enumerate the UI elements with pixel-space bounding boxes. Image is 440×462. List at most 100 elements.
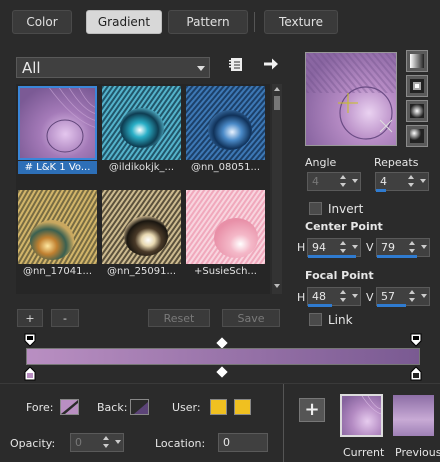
remove-gradient-button[interactable]: - (51, 309, 79, 327)
sunburst-style-button[interactable] (406, 100, 428, 122)
focal-v-slider-fill (377, 304, 406, 307)
radial-style-button[interactable] (406, 125, 428, 147)
gradient-preview-image (102, 86, 181, 160)
chevron-down-icon[interactable] (420, 179, 426, 183)
focal-h-value: 48 (312, 290, 326, 303)
fore-label-text: Fore: (26, 401, 54, 414)
add-to-swatches-button[interactable]: + (299, 398, 325, 422)
category-dropdown[interactable]: All (16, 57, 210, 78)
chevron-down-icon[interactable] (352, 294, 358, 298)
color-midpoint[interactable] (216, 366, 228, 378)
up-down-icon[interactable] (339, 174, 348, 189)
opacity-label: Opacity: (10, 437, 56, 450)
gradient-thumb[interactable]: @nn_25091... (102, 190, 181, 278)
chevron-down-icon (197, 66, 205, 71)
location-label: Location: (155, 437, 206, 450)
radial-gradient-icon (410, 129, 424, 143)
location-field[interactable]: 0 (218, 433, 268, 452)
tab-color[interactable]: Color (12, 10, 72, 34)
focal-h-slider-fill (308, 304, 332, 307)
opacity-stop-end[interactable] (410, 333, 422, 347)
thumb-label: @nn_08051... (190, 162, 261, 173)
gradient-preview-image (18, 190, 97, 264)
center-v-slider-fill (377, 255, 417, 258)
current-swatch[interactable] (340, 394, 383, 437)
up-down-icon[interactable] (408, 289, 417, 304)
opacity-midpoint[interactable] (216, 337, 228, 349)
center-h-value: 94 (312, 241, 326, 254)
gradient-thumb[interactable]: +SusieSch... (186, 190, 265, 278)
focal-v-value: 57 (381, 290, 395, 303)
repeats-slider-fill (376, 189, 386, 192)
tab-texture[interactable]: Texture (264, 10, 338, 34)
opacity-stop-start[interactable] (24, 333, 36, 347)
gradient-preview-image (306, 53, 396, 145)
gradient-preview-image (18, 85, 98, 160)
repeats-label: Repeats (374, 156, 419, 169)
link-checkbox[interactable] (309, 313, 322, 326)
opacity-value: 0 (75, 436, 82, 449)
reset-button[interactable]: Reset (148, 309, 210, 327)
gradient-thumb[interactable]: # L&K 1 Vo... (18, 85, 98, 174)
fore-swatch[interactable] (60, 399, 79, 415)
up-down-icon[interactable] (339, 240, 348, 255)
up-down-icon[interactable] (102, 435, 111, 450)
gradient-preview[interactable] (305, 52, 397, 146)
chevron-down-icon[interactable] (352, 245, 358, 249)
rectangular-style-button[interactable] (406, 75, 428, 97)
focal-h-label: H (297, 291, 306, 304)
previous-label: Previous (395, 446, 440, 459)
thumb-label: +SusieSch... (194, 266, 257, 277)
up-down-icon[interactable] (408, 240, 417, 255)
current-gradient-image (342, 395, 382, 435)
tab-pattern[interactable]: Pattern (168, 10, 248, 34)
sunburst-gradient-icon (410, 104, 424, 118)
gradient-thumb[interactable]: @nn_08051... (186, 86, 265, 174)
center-h-slider-fill (308, 255, 356, 258)
scrollbar-thumb[interactable] (274, 96, 280, 110)
gallery-scrollbar[interactable] (272, 84, 282, 294)
scroll-up-icon[interactable] (274, 87, 280, 91)
add-gradient-button[interactable]: + (17, 309, 43, 327)
save-button[interactable]: Save (222, 309, 280, 327)
thumb-label: # L&K 1 Vo... (18, 161, 97, 174)
tab-gradient[interactable]: Gradient (86, 10, 162, 34)
gradient-thumb[interactable]: @ildikokjk_... (102, 86, 181, 174)
invert-checkbox[interactable] (309, 202, 322, 215)
chevron-down-icon[interactable] (352, 179, 358, 183)
angle-label: Angle (305, 156, 337, 169)
color-stop-end[interactable] (410, 366, 422, 381)
rectangular-gradient-icon (410, 79, 424, 93)
scroll-down-icon[interactable] (274, 284, 280, 288)
previous-gradient-image (393, 395, 434, 436)
opacity-stepper[interactable]: 0 (70, 433, 124, 452)
fore-label: Fore: (26, 401, 53, 414)
vertical-divider (283, 384, 284, 462)
gradient-bar[interactable] (26, 348, 420, 365)
linear-style-button[interactable] (406, 50, 428, 72)
gradient-preview-image (102, 190, 181, 264)
up-down-icon[interactable] (339, 289, 348, 304)
color-stop-start[interactable] (24, 366, 36, 381)
angle-value: 4 (312, 175, 319, 188)
user-swatch-2[interactable] (234, 399, 251, 415)
user-swatch-1[interactable] (210, 399, 227, 415)
chevron-down-icon[interactable] (421, 294, 427, 298)
back-swatch[interactable] (130, 399, 149, 415)
focal-v-label: V (366, 291, 374, 304)
current-label: Current (343, 446, 385, 459)
up-down-icon[interactable] (407, 174, 416, 189)
angle-stepper[interactable]: 4 (307, 172, 361, 191)
previous-swatch[interactable] (393, 395, 434, 436)
gradient-bar-fill (27, 349, 419, 364)
link-label: Link (328, 313, 353, 327)
thumb-label: @nn_17041... (22, 266, 93, 277)
chevron-down-icon[interactable] (115, 440, 121, 444)
linear-gradient-icon (410, 54, 424, 68)
library-icon[interactable] (229, 57, 243, 72)
arrow-right-icon[interactable] (263, 57, 279, 71)
chevron-down-icon[interactable] (421, 245, 427, 249)
back-label: Back: (97, 401, 127, 414)
gradient-thumb[interactable]: @nn_17041... (18, 190, 97, 278)
center-v-label: V (366, 241, 374, 254)
